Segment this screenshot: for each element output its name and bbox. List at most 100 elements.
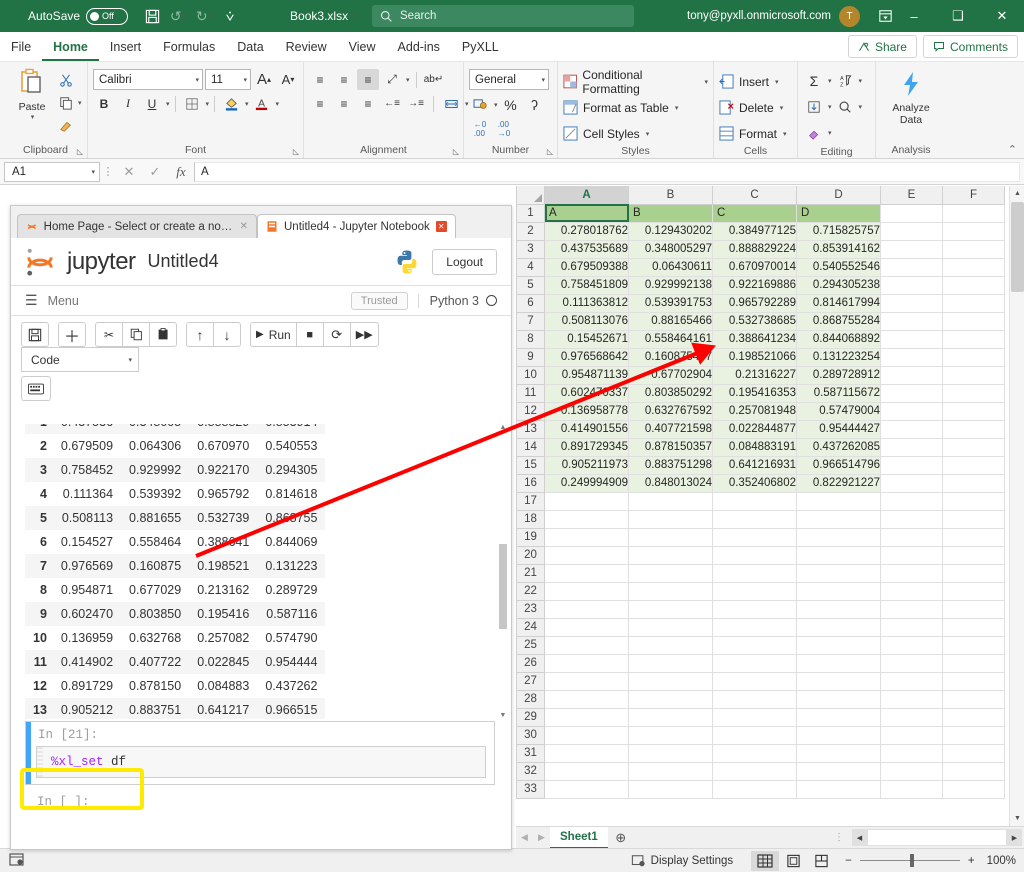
cell-B9[interactable]: 0.160875407 bbox=[629, 348, 713, 366]
hamburger-menu-icon[interactable]: ☰ bbox=[25, 292, 38, 309]
cell-D17[interactable] bbox=[797, 492, 881, 510]
cell-F24[interactable] bbox=[943, 618, 1005, 636]
grid-row[interactable]: 29 bbox=[517, 708, 1005, 726]
cell-D22[interactable] bbox=[797, 582, 881, 600]
cell-D33[interactable] bbox=[797, 780, 881, 798]
scroll-thumb[interactable] bbox=[499, 544, 507, 629]
cell-E32[interactable] bbox=[881, 762, 943, 780]
cell-A16[interactable]: 0.249994909 bbox=[545, 474, 629, 492]
cell-F16[interactable] bbox=[943, 474, 1005, 492]
cell-B30[interactable] bbox=[629, 726, 713, 744]
cell-C18[interactable] bbox=[713, 510, 797, 528]
align-top-icon[interactable]: ≡ bbox=[309, 69, 331, 90]
wrap-text-icon[interactable]: ab↵ bbox=[423, 69, 445, 90]
cell-C7[interactable]: 0.532738685 bbox=[713, 312, 797, 330]
paste-button[interactable]: Paste ▾ bbox=[9, 65, 55, 121]
cell-D26[interactable] bbox=[797, 654, 881, 672]
cell-C5[interactable]: 0.922169886 bbox=[713, 276, 797, 294]
spreadsheet-grid[interactable]: ABCDEF1ABCD20.2780187620.1294302020.3849… bbox=[516, 186, 1024, 826]
row-header-26[interactable]: 26 bbox=[517, 654, 545, 672]
autosave-toggle[interactable]: Off bbox=[86, 8, 128, 25]
font-color-icon[interactable]: A bbox=[251, 93, 273, 114]
cell-B14[interactable]: 0.878150357 bbox=[629, 438, 713, 456]
cell-D20[interactable] bbox=[797, 546, 881, 564]
align-left-icon[interactable]: ≡ bbox=[309, 93, 331, 114]
grid-row[interactable]: 17 bbox=[517, 492, 1005, 510]
grid-row[interactable]: 1ABCD bbox=[517, 204, 1005, 222]
zoom-slider[interactable] bbox=[860, 860, 960, 861]
cell-B13[interactable]: 0.407721598 bbox=[629, 420, 713, 438]
cell-F28[interactable] bbox=[943, 690, 1005, 708]
column-header-e[interactable]: E bbox=[881, 186, 943, 204]
grid-row[interactable]: 110.6024703370.8038502920.1954163530.587… bbox=[517, 384, 1005, 402]
cell-E31[interactable] bbox=[881, 744, 943, 762]
cell-E2[interactable] bbox=[881, 222, 943, 240]
cell-B31[interactable] bbox=[629, 744, 713, 762]
grid-row[interactable]: 20 bbox=[517, 546, 1005, 564]
row-header-23[interactable]: 23 bbox=[517, 600, 545, 618]
cell-F25[interactable] bbox=[943, 636, 1005, 654]
cell-A12[interactable]: 0.136958778 bbox=[545, 402, 629, 420]
grid-row[interactable]: 19 bbox=[517, 528, 1005, 546]
tab-formulas[interactable]: Formulas bbox=[152, 33, 226, 61]
move-cell-down-icon[interactable]: ↓ bbox=[213, 322, 241, 347]
cell-B20[interactable] bbox=[629, 546, 713, 564]
formula-input[interactable]: A bbox=[194, 162, 1020, 182]
cell-F14[interactable] bbox=[943, 438, 1005, 456]
row-header-33[interactable]: 33 bbox=[517, 780, 545, 798]
cell-B24[interactable] bbox=[629, 618, 713, 636]
cell-A11[interactable]: 0.602470337 bbox=[545, 384, 629, 402]
alignment-dialog-launcher[interactable]: ◺ bbox=[453, 147, 459, 156]
cell-C12[interactable]: 0.257081948 bbox=[713, 402, 797, 420]
cell-C29[interactable] bbox=[713, 708, 797, 726]
cell-B10[interactable]: 0.67702904 bbox=[629, 366, 713, 384]
cell-C9[interactable]: 0.198521066 bbox=[713, 348, 797, 366]
cell-E9[interactable] bbox=[881, 348, 943, 366]
cell-F27[interactable] bbox=[943, 672, 1005, 690]
cell-C14[interactable]: 0.084883191 bbox=[713, 438, 797, 456]
cell-F10[interactable] bbox=[943, 366, 1005, 384]
zoom-out-button[interactable]: − bbox=[845, 855, 852, 867]
cell-B18[interactable] bbox=[629, 510, 713, 528]
cell-D4[interactable]: 0.540552546 bbox=[797, 258, 881, 276]
previous-sheet-icon[interactable]: ◀ bbox=[516, 827, 533, 849]
sort-and-filter-icon[interactable]: AZ bbox=[834, 70, 856, 91]
cell-code[interactable]: %xl_set df bbox=[43, 755, 126, 769]
cell-A18[interactable] bbox=[545, 510, 629, 528]
grid-row[interactable]: 21 bbox=[517, 564, 1005, 582]
cell-F33[interactable] bbox=[943, 780, 1005, 798]
borders-icon[interactable] bbox=[181, 93, 203, 114]
chevron-down-icon[interactable]: ▾ bbox=[166, 100, 170, 108]
cut-cell-icon[interactable]: ✂ bbox=[95, 322, 123, 347]
row-header-2[interactable]: 2 bbox=[517, 222, 545, 240]
cell-A30[interactable] bbox=[545, 726, 629, 744]
add-cell-icon[interactable]: ＋ bbox=[58, 322, 86, 347]
cell-C32[interactable] bbox=[713, 762, 797, 780]
cell-E16[interactable] bbox=[881, 474, 943, 492]
cell-D3[interactable]: 0.853914162 bbox=[797, 240, 881, 258]
collapse-ribbon-icon[interactable]: ⌃ bbox=[1008, 143, 1017, 156]
close-button[interactable]: ✕ bbox=[980, 0, 1024, 32]
name-box[interactable]: A1 ▾ bbox=[4, 162, 100, 182]
command-palette-icon[interactable] bbox=[21, 376, 51, 401]
grid-row[interactable]: 28 bbox=[517, 690, 1005, 708]
select-all-corner[interactable] bbox=[517, 186, 545, 204]
scroll-down-icon[interactable]: ▼ bbox=[1010, 811, 1024, 826]
cell-D27[interactable] bbox=[797, 672, 881, 690]
cell-A32[interactable] bbox=[545, 762, 629, 780]
cell-D2[interactable]: 0.715825757 bbox=[797, 222, 881, 240]
hscroll-left-icon[interactable]: ◀ bbox=[852, 829, 867, 846]
accounting-number-format-icon[interactable] bbox=[469, 94, 491, 115]
cell-D19[interactable] bbox=[797, 528, 881, 546]
cell-D11[interactable]: 0.587115672 bbox=[797, 384, 881, 402]
cell-F12[interactable] bbox=[943, 402, 1005, 420]
cell-D21[interactable] bbox=[797, 564, 881, 582]
chevron-down-icon[interactable]: ▾ bbox=[828, 129, 832, 137]
grid-row[interactable]: 25 bbox=[517, 636, 1005, 654]
cell-E14[interactable] bbox=[881, 438, 943, 456]
cell-A17[interactable] bbox=[545, 492, 629, 510]
cell-C23[interactable] bbox=[713, 600, 797, 618]
add-sheet-button[interactable]: ⊕ bbox=[608, 827, 634, 849]
cell-A5[interactable]: 0.758451809 bbox=[545, 276, 629, 294]
grid-row[interactable]: 120.1369587780.6327675920.2570819480.574… bbox=[517, 402, 1005, 420]
